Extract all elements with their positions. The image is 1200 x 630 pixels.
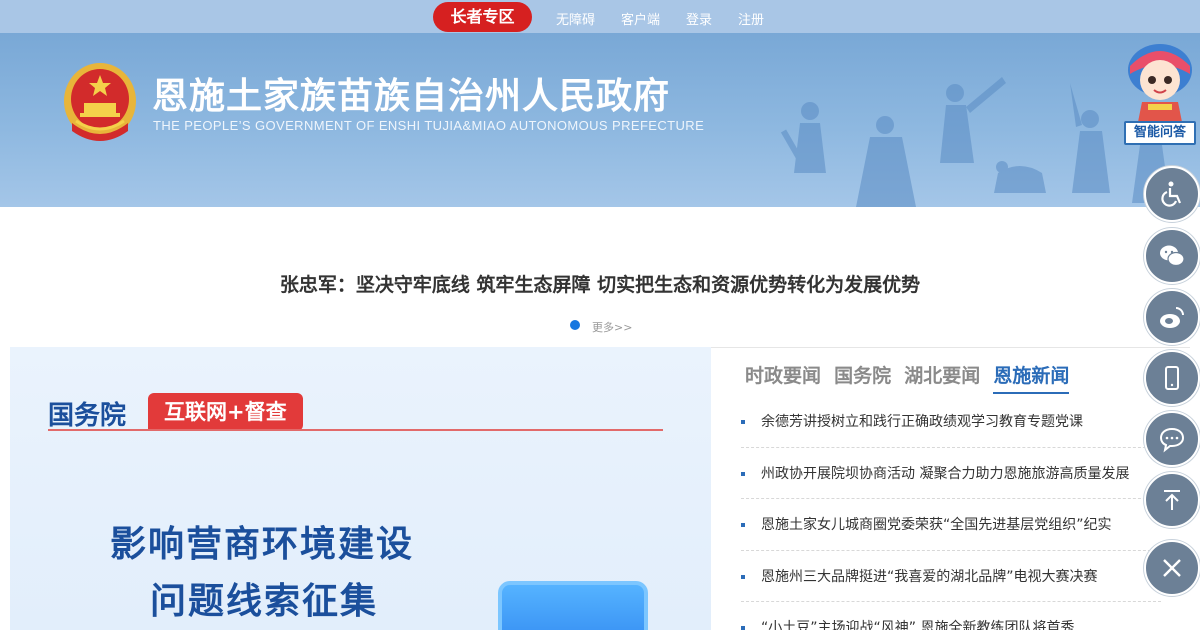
tab-politics-news[interactable]: 时政要闻 — [745, 362, 821, 394]
news-tabs: 时政要闻 国务院 湖北要闻 恩施新闻 — [745, 362, 1077, 394]
close-tools-button[interactable] — [1144, 540, 1200, 596]
tab-state-council[interactable]: 国务院 — [834, 362, 891, 394]
news-item-title: “小土豆”主场迎战“风神” 恩施全新教练团队将首秀 — [761, 620, 1075, 630]
site-title: 恩施土家族苗族自治州人民政府 — [152, 76, 671, 117]
list-item[interactable]: 州政协开展院坝协商活动 凝聚合力助力恩施旅游高质量发展 — [741, 448, 1161, 499]
carousel-dot[interactable] — [570, 320, 580, 330]
accessibility-tool-button[interactable] — [1144, 166, 1200, 222]
wechat-tool-button[interactable] — [1144, 228, 1200, 284]
promo-title-line1: 影响营商环境建设 — [110, 524, 415, 565]
weibo-icon — [1160, 307, 1184, 328]
promo-tag: 互联网+督查 — [148, 393, 303, 431]
promo-title-line2: 问题线索征集 — [150, 581, 379, 622]
message-tool-button[interactable] — [1144, 411, 1200, 467]
news-item-title: 州政协开展院坝协商活动 凝聚合力助力恩施旅游高质量发展 — [761, 465, 1130, 482]
back-to-top-icon — [1164, 490, 1180, 510]
headline-news[interactable]: 张忠军：坚决守牢底线 筑牢生态屏障 切实把生态和资源优势转化为发展优势 — [0, 270, 1200, 297]
client-link[interactable]: 客户端 — [621, 9, 660, 28]
wechat-icon — [1160, 245, 1185, 267]
elder-zone-button[interactable]: 长者专区 — [433, 2, 532, 32]
weibo-tool-button[interactable] — [1144, 289, 1200, 345]
promo-banner[interactable]: 国务院 互联网+督查 影响营商环境建设 问题线索征集 — [10, 347, 711, 630]
news-item-title: 恩施州三大品牌挺进“我喜爱的湖北品牌”电视大赛决赛 — [761, 568, 1098, 585]
national-emblem-icon — [64, 63, 136, 141]
more-link[interactable]: 更多>> — [592, 319, 632, 335]
mascot-avatar[interactable] — [1124, 40, 1196, 122]
tab-enshi-news[interactable]: 恩施新闻 — [993, 362, 1070, 394]
smart-qa-button[interactable]: 智能问答 — [1124, 121, 1196, 145]
promo-divider — [48, 429, 663, 431]
register-link[interactable]: 注册 — [738, 9, 764, 28]
promo-card-graphic — [498, 581, 648, 630]
news-item-title: 恩施土家女儿城商圈党委荣获“全国先进基层党组织”纪实 — [761, 517, 1112, 533]
top-bar: 长者专区 无障碍 客户端 登录 注册 — [0, 0, 1200, 33]
list-item[interactable]: 余德芳讲授树立和践行正确政绩观学习教育专题党课 — [741, 396, 1161, 448]
accessibility-icon — [1161, 181, 1182, 207]
message-icon — [1159, 427, 1185, 453]
close-icon — [1163, 559, 1181, 577]
header-banner: 恩施土家族苗族自治州人民政府 THE PEOPLE’S GOVERNMENT O… — [0, 33, 1200, 207]
mobile-tool-button[interactable] — [1144, 350, 1200, 406]
news-panel: 时政要闻 国务院 湖北要闻 恩施新闻 余德芳讲授树立和践行正确政绩观学习教育专题… — [711, 347, 1190, 630]
list-item[interactable]: 恩施土家女儿城商圈党委荣获“全国先进基层党组织”纪实 — [741, 499, 1161, 551]
mobile-icon — [1165, 366, 1179, 390]
tab-hubei-news[interactable]: 湖北要闻 — [904, 362, 980, 394]
site-subtitle: THE PEOPLE’S GOVERNMENT OF ENSHI TUJIA&M… — [153, 118, 705, 133]
login-link[interactable]: 登录 — [686, 9, 712, 28]
list-item[interactable]: “小土豆”主场迎战“风神” 恩施全新教练团队将首秀 — [741, 602, 1161, 630]
news-item-title: 余德芳讲授树立和践行正确政绩观学习教育专题党课 — [761, 414, 1083, 430]
list-item[interactable]: 恩施州三大品牌挺进“我喜爱的湖北品牌”电视大赛决赛 — [741, 551, 1161, 602]
back-to-top-button[interactable] — [1144, 472, 1200, 528]
accessibility-link[interactable]: 无障碍 — [556, 9, 595, 28]
promo-org: 国务院 — [48, 401, 127, 431]
news-list: 余德芳讲授树立和践行正确政绩观学习教育专题党课 州政协开展院坝协商活动 凝聚合力… — [741, 396, 1161, 630]
